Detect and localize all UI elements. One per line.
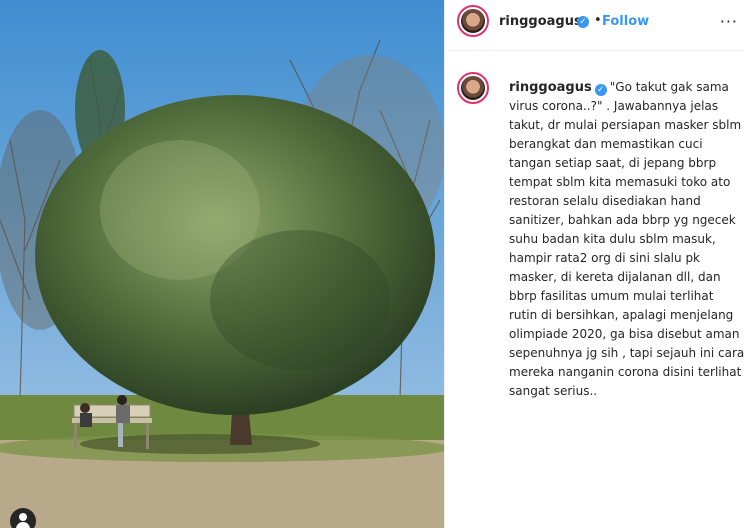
follow-button[interactable]: Follow — [602, 14, 649, 29]
verified-badge-icon: ✓ — [577, 16, 589, 28]
caption-body: "Go takut gak sama virus corona..?" . Ja… — [509, 80, 745, 398]
tree-photo-illustration — [0, 0, 444, 528]
post-header: ringgoagus ✓ • Follow ··· — [445, 0, 745, 51]
caption-avatar[interactable] — [457, 72, 489, 104]
username-link[interactable]: ringgoagus — [499, 14, 582, 29]
post-photo[interactable] — [0, 0, 444, 528]
post-side-panel: ringgoagus ✓ • Follow ··· ringgoagus ✓ "Go… — [444, 0, 745, 528]
caption-text: ringgoagus ✓ "Go takut gak sama virus coro… — [509, 78, 745, 401]
user-tag-icon[interactable] — [10, 508, 36, 528]
avatar[interactable] — [457, 5, 489, 37]
caption-username-link[interactable]: ringgoagus — [509, 80, 592, 95]
caption-verified-badge-icon: ✓ — [594, 84, 607, 96]
separator-dot: • — [594, 13, 602, 28]
more-options-icon[interactable]: ··· — [720, 12, 738, 31]
